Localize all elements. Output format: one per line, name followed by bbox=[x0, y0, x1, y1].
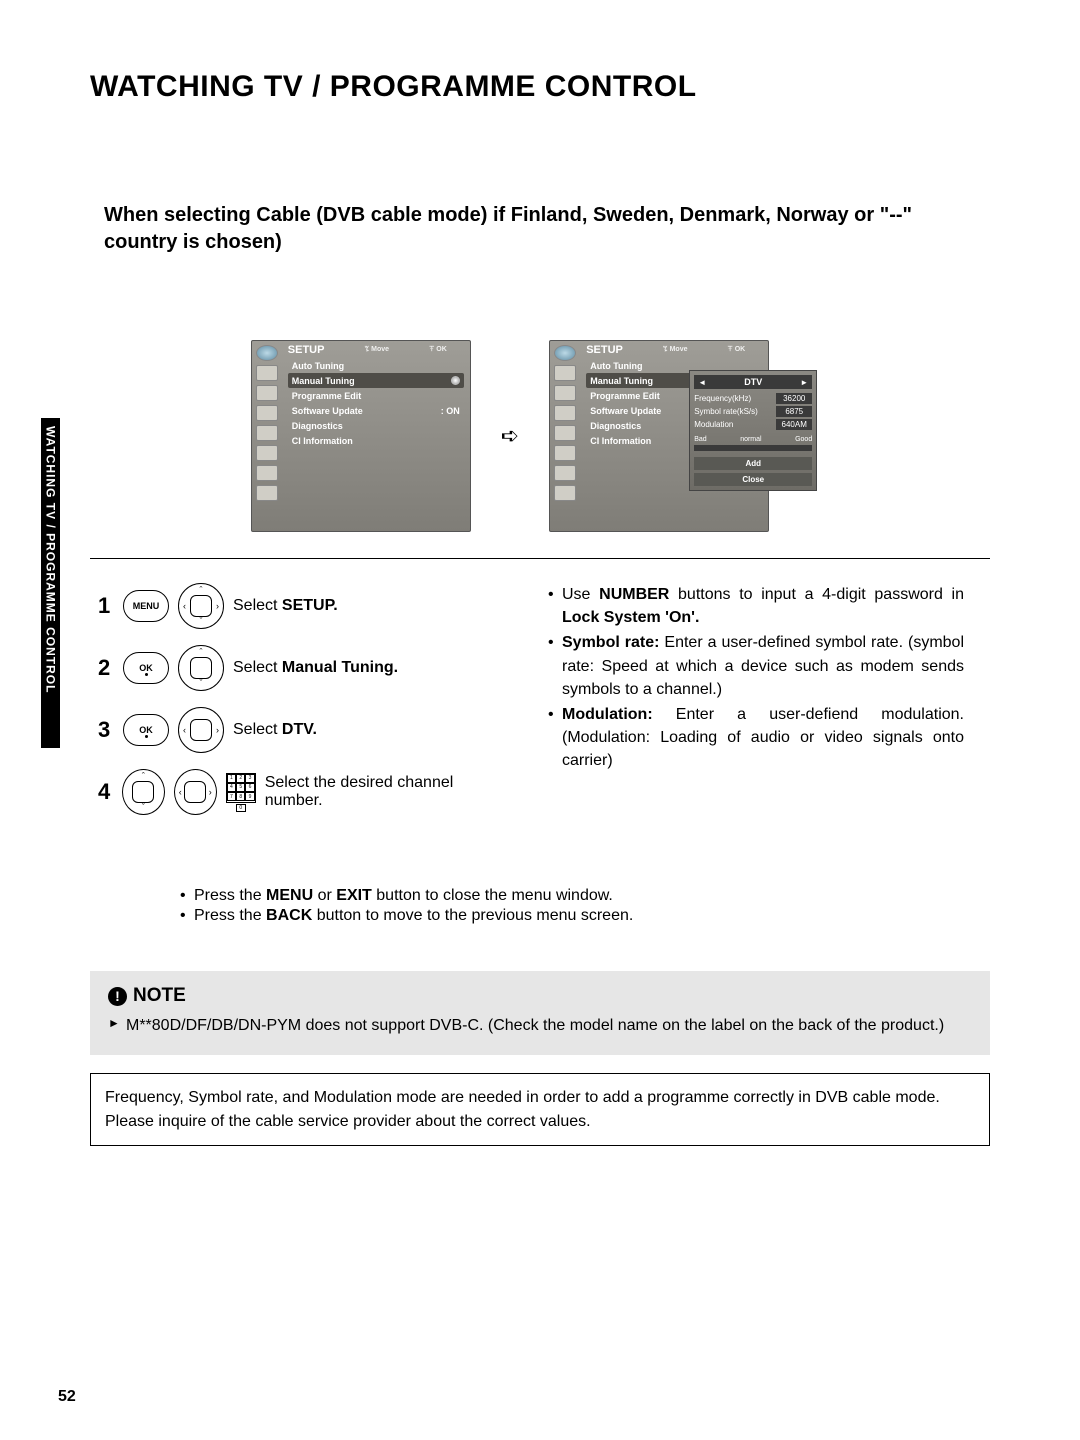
note-label: NOTE bbox=[133, 985, 186, 1007]
dpad-icon: ‹› bbox=[178, 707, 224, 753]
globe-icon bbox=[256, 345, 278, 361]
osd-item-auto-tuning[interactable]: Auto Tuning bbox=[288, 358, 464, 373]
dpad-icon: ˆˇ bbox=[122, 769, 165, 815]
globe-icon bbox=[554, 345, 576, 361]
dpad-icon: ˆˇ bbox=[178, 645, 224, 691]
osd-item-manual-tuning[interactable]: Manual Tuning bbox=[288, 373, 464, 388]
usb-icon bbox=[554, 485, 576, 501]
osd-item-diagnostics[interactable]: Diagnostics bbox=[288, 418, 464, 433]
audio-icon bbox=[554, 385, 576, 401]
osd-item-software-update[interactable]: Software Update : ON bbox=[288, 403, 464, 418]
add-button[interactable]: Add bbox=[694, 457, 812, 470]
modulation-value[interactable]: 640AM bbox=[776, 419, 812, 430]
input-icon bbox=[554, 465, 576, 481]
ok-button-icon: OK bbox=[123, 714, 169, 746]
option-icon bbox=[256, 425, 278, 441]
menu-button-icon: MENU bbox=[123, 590, 169, 622]
symbol-rate-value[interactable]: 6875 bbox=[776, 406, 812, 417]
triangle-left-icon[interactable]: ◄ bbox=[698, 378, 706, 387]
osd-item-ci-information[interactable]: CI Information bbox=[288, 433, 464, 448]
signal-normal: normal bbox=[740, 436, 761, 443]
step-2: 2 OK ˆˇ Select Manual Tuning. bbox=[98, 645, 498, 691]
step-3-text: Select DTV. bbox=[233, 721, 317, 739]
note-number-buttons: Use NUMBER buttons to input a 4-digit pa… bbox=[548, 583, 964, 629]
side-tab: WATCHING TV / PROGRAMME CONTROL bbox=[41, 418, 60, 748]
osd-right: SETUP ꔂ Move ꔉ OK Auto Tuning Manual Tun… bbox=[549, 340, 829, 532]
audio-icon bbox=[256, 385, 278, 401]
osd-nav-ok: ꔉ OK bbox=[728, 346, 746, 354]
symbol-rate-label: Symbol rate(kS/s) bbox=[694, 407, 758, 416]
steps-list: 1 MENU ˆˇ ‹› Select SETUP. 2 OK ˆˇ Selec… bbox=[98, 583, 498, 831]
time-icon bbox=[256, 405, 278, 421]
manual-tuning-panel: ◄ DTV ► Frequency(kHz) 36200 Symbol rate(… bbox=[689, 370, 817, 491]
closing-back: Press the BACK button to move to the pre… bbox=[180, 907, 990, 925]
ok-button-icon: OK bbox=[123, 652, 169, 684]
note-body: M**80D/DF/DB/DN-PYM does not support DVB… bbox=[108, 1015, 972, 1037]
osd-header: SETUP bbox=[586, 344, 623, 356]
input-icon bbox=[256, 465, 278, 481]
osd-left: SETUP ꔂ Move ꔉ OK Auto Tuning Manual Tun… bbox=[251, 340, 471, 532]
lock-icon bbox=[554, 445, 576, 461]
signal-bad: Bad bbox=[694, 436, 706, 443]
radio-selected-icon bbox=[451, 376, 460, 385]
page-number: 52 bbox=[58, 1388, 76, 1406]
close-button[interactable]: Close bbox=[694, 473, 812, 486]
osd-nav-move: ꔂ Move bbox=[364, 346, 389, 354]
osd-nav-ok: ꔉ OK bbox=[429, 346, 447, 354]
picture-icon bbox=[256, 365, 278, 381]
frequency-value[interactable]: 36200 bbox=[776, 393, 812, 404]
number-pad-icon: 123 456 789 0 bbox=[226, 773, 256, 812]
option-icon bbox=[554, 425, 576, 441]
lock-icon bbox=[256, 445, 278, 461]
osd-nav-move: ꔂ Move bbox=[663, 346, 688, 354]
step-number: 4 bbox=[98, 779, 113, 805]
sub-heading: When selecting Cable (DVB cable mode) if… bbox=[90, 202, 990, 256]
dpad-icon: ˆˇ ‹› bbox=[178, 583, 224, 629]
note-icon: ! bbox=[108, 987, 127, 1006]
modulation-label: Modulation bbox=[694, 420, 733, 429]
step-4: 4 ˆˇ ‹› 123 456 789 0 Select bbox=[98, 769, 498, 815]
info-box: Frequency, Symbol rate, and Modulation m… bbox=[90, 1073, 990, 1145]
step-number: 3 bbox=[98, 717, 114, 743]
right-notes: Use NUMBER buttons to input a 4-digit pa… bbox=[544, 583, 964, 775]
step-1: 1 MENU ˆˇ ‹› Select SETUP. bbox=[98, 583, 498, 629]
page-title: WATCHING TV / PROGRAMME CONTROL bbox=[90, 70, 990, 104]
osd-item-programme-edit[interactable]: Programme Edit bbox=[288, 388, 464, 403]
arrow-right-icon: ➪ bbox=[501, 423, 519, 449]
note-modulation: Modulation: Enter a user-defiend modulat… bbox=[548, 703, 964, 773]
dtv-selector[interactable]: ◄ DTV ► bbox=[694, 375, 812, 389]
signal-bar bbox=[694, 445, 812, 451]
section-divider bbox=[90, 558, 990, 559]
time-icon bbox=[554, 405, 576, 421]
osd-header: SETUP bbox=[288, 344, 325, 356]
step-number: 1 bbox=[98, 593, 114, 619]
dtv-label: DTV bbox=[744, 377, 762, 387]
note-symbol-rate: Symbol rate: Enter a user-defined symbol… bbox=[548, 631, 964, 701]
step-3: 3 OK ‹› Select DTV. bbox=[98, 707, 498, 753]
frequency-label: Frequency(kHz) bbox=[694, 394, 751, 403]
usb-icon bbox=[256, 485, 278, 501]
closing-instructions: Press the MENU or EXIT button to close t… bbox=[90, 887, 990, 925]
dpad-icon: ‹› bbox=[174, 769, 217, 815]
osd-icon-column bbox=[252, 341, 282, 531]
closing-menu-exit: Press the MENU or EXIT button to close t… bbox=[180, 887, 990, 905]
osd-row: SETUP ꔂ Move ꔉ OK Auto Tuning Manual Tun… bbox=[90, 340, 990, 532]
step-number: 2 bbox=[98, 655, 114, 681]
step-1-text: Select SETUP. bbox=[233, 597, 338, 615]
triangle-right-icon[interactable]: ► bbox=[800, 378, 808, 387]
step-4-text: Select the desired channel number. bbox=[265, 774, 498, 810]
signal-good: Good bbox=[795, 436, 812, 443]
picture-icon bbox=[554, 365, 576, 381]
step-2-text: Select Manual Tuning. bbox=[233, 659, 398, 677]
note-box: ! NOTE M**80D/DF/DB/DN-PYM does not supp… bbox=[90, 971, 990, 1055]
